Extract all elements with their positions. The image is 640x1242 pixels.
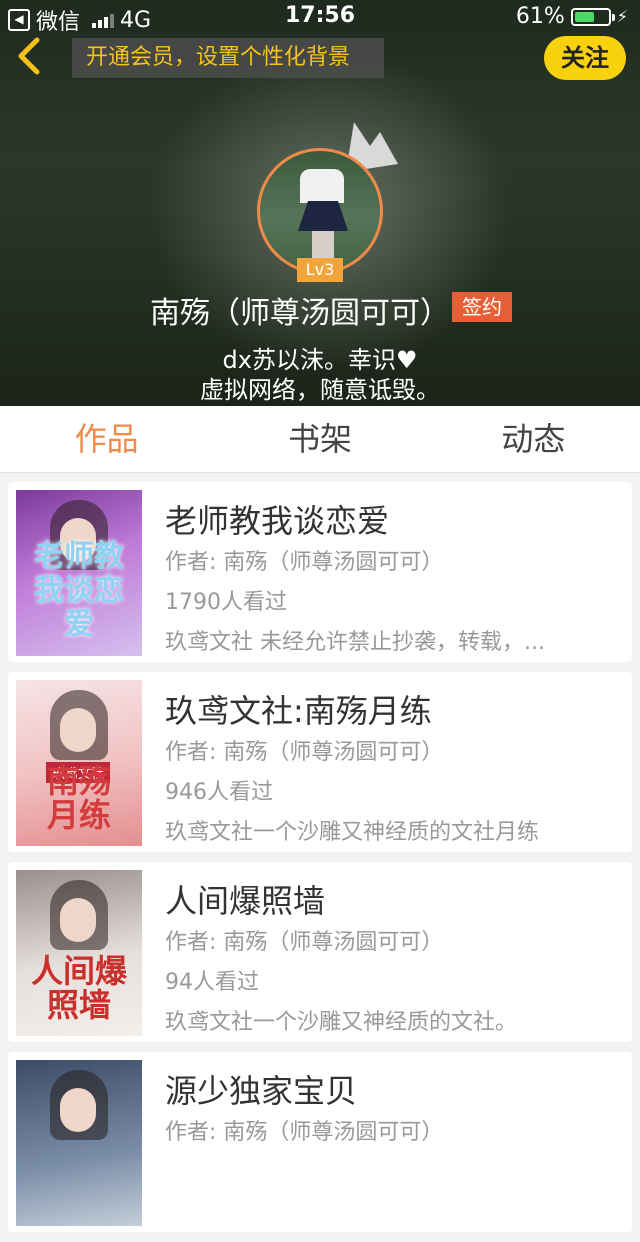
- tab-bookshelf[interactable]: 书架: [213, 406, 426, 472]
- cover-title: 人间爆照墙: [30, 952, 127, 1024]
- back-button[interactable]: [10, 36, 50, 80]
- work-description: 玖鸢文社一个沙雕又神经质的文社月练: [165, 820, 540, 845]
- bio-line-2: 虚拟网络，随意诋毁。: [200, 376, 440, 404]
- avatar-image: [257, 148, 383, 274]
- tab-works[interactable]: 作品: [0, 406, 213, 472]
- status-right: 61% ⚡: [516, 4, 628, 29]
- work-author: 作者: 南殇（师尊汤圆可可）: [165, 740, 444, 765]
- level-badge: Lv3: [297, 258, 343, 282]
- works-list: 老师教我谈恋爱 老师教我谈恋爱 作者: 南殇（师尊汤圆可可） 1790人看过 玖…: [8, 482, 632, 1242]
- work-title: 玖鸢文社:南殇月练: [165, 692, 432, 730]
- work-title: 人间爆照墙: [165, 882, 326, 920]
- cover-title: 南殇月练: [46, 762, 111, 834]
- work-card[interactable]: 玖鸢文社 南殇月练 玖鸢文社:南殇月练 作者: 南殇（师尊汤圆可可） 946人看…: [8, 672, 632, 852]
- battery-level: [574, 11, 595, 22]
- work-description: 玖鸢文社 未经允许禁止抄袭，转载，...: [165, 630, 545, 655]
- follow-button[interactable]: 关注: [544, 36, 626, 80]
- profile-header: ◀ 微信 4G 17:56 61% ⚡ 开通会员，设置个性化背景 关注 Lv3 …: [0, 0, 640, 406]
- work-author: 作者: 南殇（师尊汤圆可可）: [165, 930, 444, 955]
- work-views: 94人看过: [165, 970, 259, 995]
- signed-badge: 签约: [452, 292, 512, 322]
- battery-icon: [570, 7, 615, 26]
- work-views: 946人看过: [165, 780, 273, 805]
- battery-percent: 61%: [515, 4, 565, 29]
- charging-icon: ⚡: [616, 7, 628, 26]
- work-description: 玖鸢文社一个沙雕又神经质的文社。: [165, 1010, 518, 1035]
- profile-tabs: 作品 书架 动态: [0, 406, 640, 473]
- work-title: 老师教我谈恋爱: [165, 502, 390, 540]
- work-card[interactable]: 老师教我谈恋爱 老师教我谈恋爱 作者: 南殇（师尊汤圆可可） 1790人看过 玖…: [8, 482, 632, 662]
- book-cover: 玖鸢文社 南殇月练: [16, 680, 142, 846]
- work-card[interactable]: 人间爆照墙 人间爆照墙 作者: 南殇（师尊汤圆可可） 94人看过 玖鸢文社一个沙…: [8, 862, 632, 1042]
- work-card[interactable]: 源少独家宝贝 作者: 南殇（师尊汤圆可可）: [8, 1052, 632, 1232]
- work-author: 作者: 南殇（师尊汤圆可可）: [165, 1120, 444, 1145]
- book-cover: 人间爆照墙: [16, 870, 142, 1036]
- avatar[interactable]: [257, 148, 383, 274]
- chevron-left-icon: [18, 37, 40, 75]
- work-author: 作者: 南殇（师尊汤圆可可）: [165, 550, 444, 575]
- cover-title: 老师教我谈恋爱: [34, 539, 124, 642]
- book-cover: 老师教我谈恋爱: [16, 490, 142, 656]
- work-views: 1790人看过: [165, 590, 287, 615]
- status-bar: ◀ 微信 4G 17:56 61% ⚡: [0, 0, 640, 35]
- vip-banner[interactable]: 开通会员，设置个性化背景: [72, 38, 384, 78]
- work-title: 源少独家宝贝: [165, 1072, 358, 1110]
- book-cover: [16, 1060, 142, 1226]
- tab-activity[interactable]: 动态: [427, 406, 640, 472]
